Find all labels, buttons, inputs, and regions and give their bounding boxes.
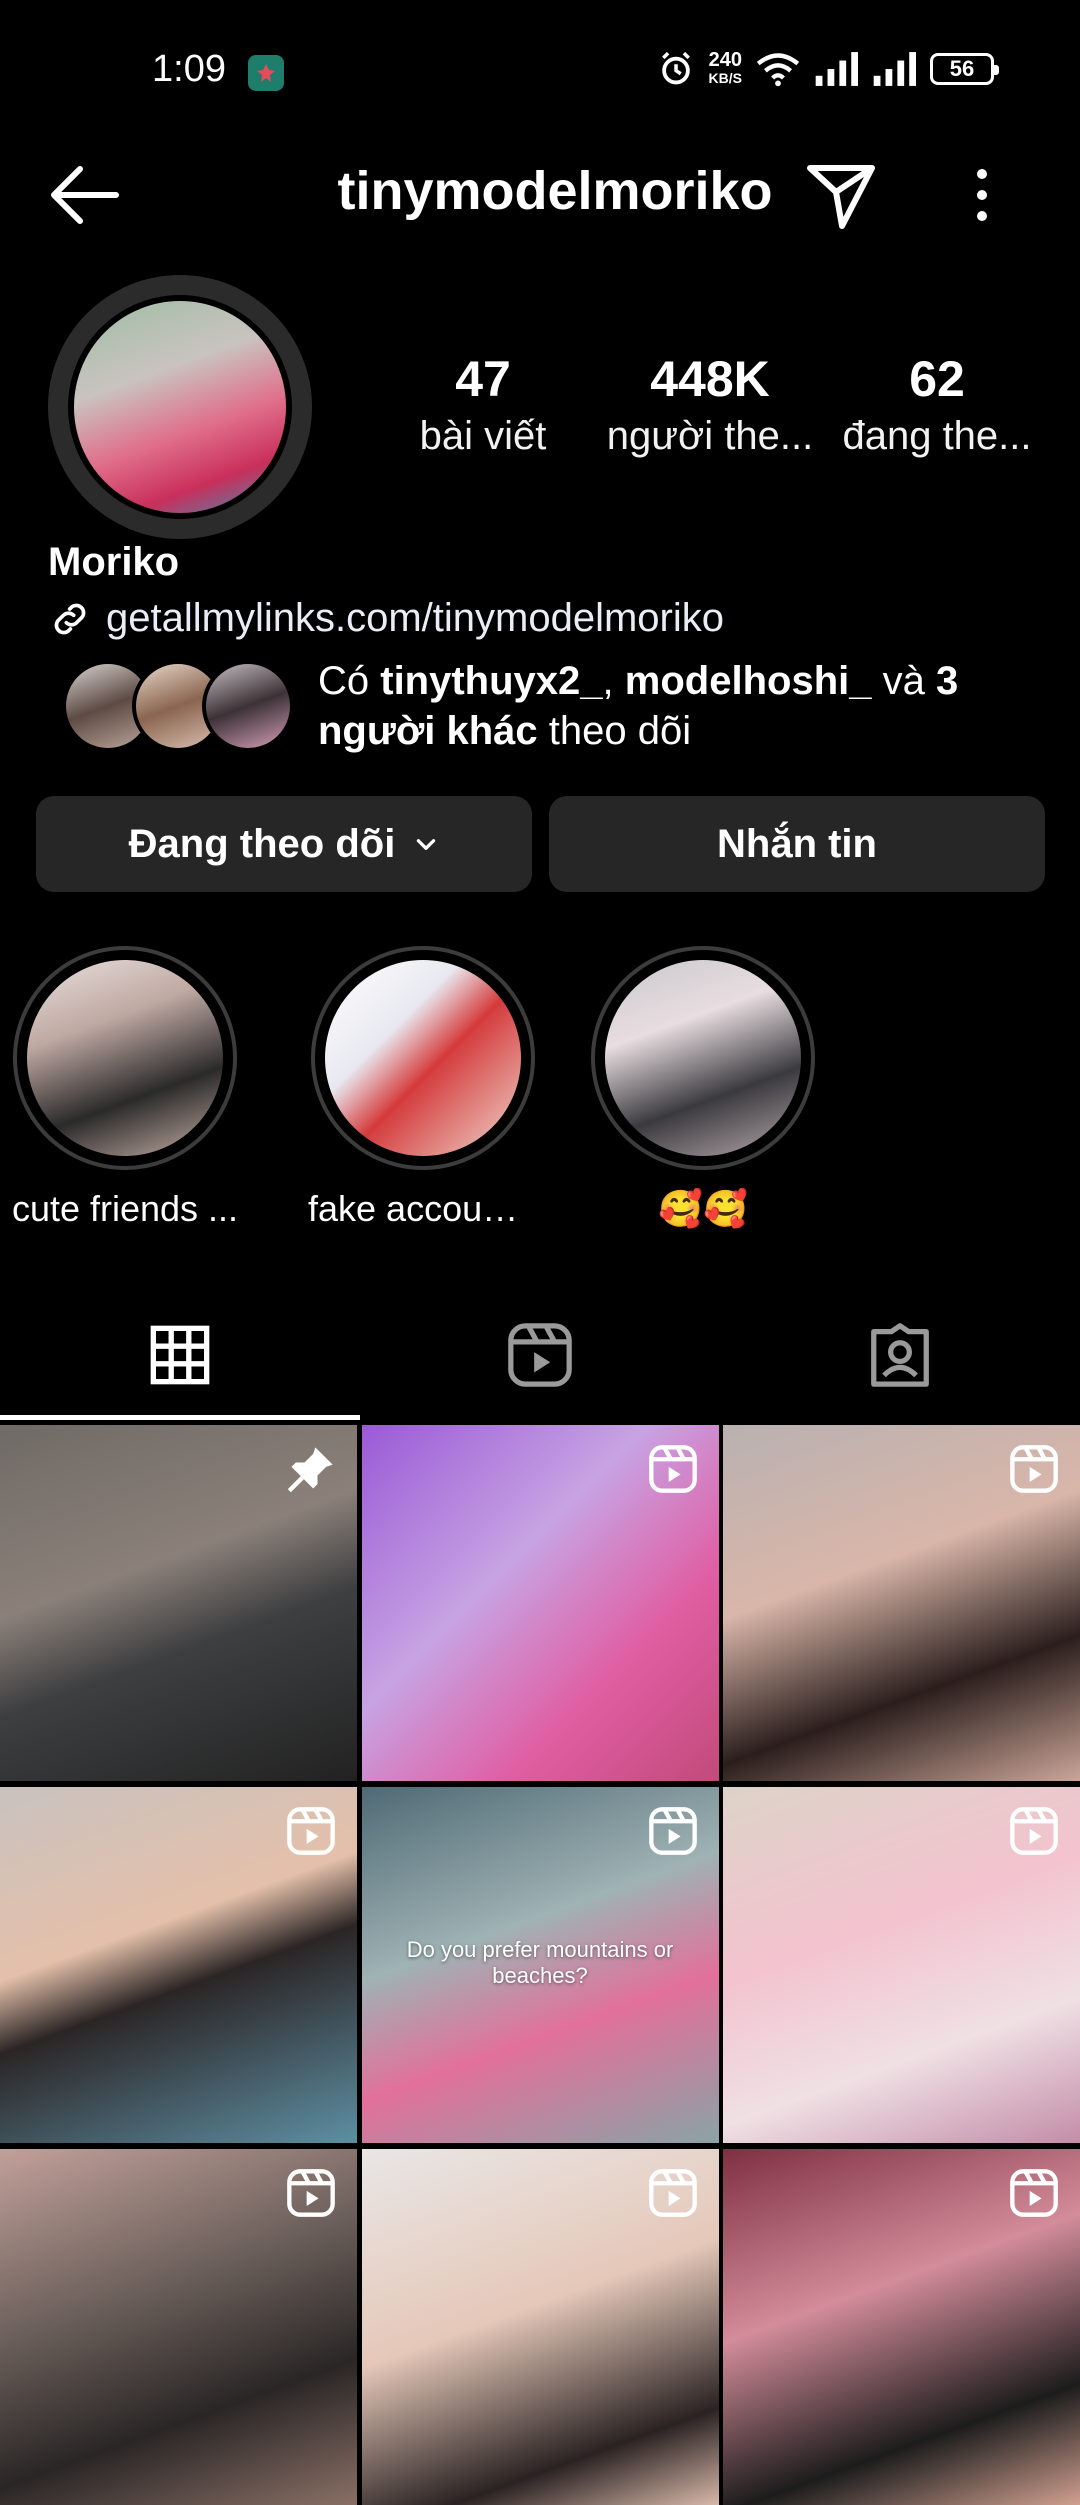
tab-tagged[interactable] [720,1290,1080,1420]
profile-stats: 47 bài viết 448K người the... 62 đang th… [370,350,1050,459]
story-highlight[interactable]: 🥰🥰 [588,946,818,1230]
reels-icon [508,1323,572,1387]
following-button[interactable]: Đang theo dõi [36,796,532,892]
profile-avatar[interactable] [48,275,312,539]
display-name: Moriko [48,540,180,584]
grid-post[interactable] [723,1425,1080,1781]
grid-post[interactable] [0,1787,357,2143]
alarm-icon [661,51,690,85]
post-caption-overlay: Do you prefer mountains or beaches? [406,1937,674,1988]
battery-icon: 56 [930,53,999,85]
notification-app-icon [248,55,284,91]
highlight-label: 🥰🥰 [658,1188,748,1229]
story-highlight[interactable]: cute friends ... [10,946,240,1230]
message-button-label: Nhắn tin [717,821,877,866]
wifi-icon [756,53,800,87]
reel-badge-icon [1010,1807,1058,1855]
reel-badge-icon [1010,2169,1058,2217]
tab-reels[interactable] [360,1290,720,1420]
network-speed: 240 KB/S [708,49,742,86]
grid-post[interactable] [0,1425,357,1781]
more-options-button[interactable] [952,160,1012,230]
mutual-avatars [62,660,294,752]
stat-posts[interactable]: 47 bài viết [370,350,596,459]
reel-badge-icon [648,1807,697,1855]
profile-username: tinymodelmoriko [337,161,773,221]
grid-post[interactable] [723,1787,1080,2143]
status-time: 1:09 [152,48,226,90]
chevron-down-icon [417,839,436,850]
following-button-label: Đang theo dõi [128,821,396,866]
share-button[interactable] [802,154,882,234]
posts-grid: Do you prefer mountains or beaches? [0,1425,1080,2505]
stat-value: 62 [909,351,965,407]
stat-value: 47 [455,351,511,407]
profile-tabs [0,1290,1080,1420]
grid-post[interactable]: Do you prefer mountains or beaches? [361,1787,719,2143]
highlight-label: fake accounts ... [308,1188,538,1229]
status-icons: 240 KB/S 56 [657,49,999,88]
stat-value: 448K [650,351,770,407]
avatar [202,660,294,752]
signal-icon [873,52,916,86]
grid-icon [150,1325,210,1385]
highlight-cover [325,960,521,1156]
mutual-followers-text: Có tinythuyx2_, modelhoshi_ và 3 người k… [318,659,959,753]
send-icon [807,165,875,229]
mutual-followers[interactable]: Có tinythuyx2_, modelhoshi_ và 3 người k… [62,659,1062,756]
signal-icon [815,52,858,86]
reel-badge-icon [1010,1445,1058,1493]
stat-label: đang the... [842,414,1032,458]
reel-badge-icon [648,2169,697,2217]
highlight-label: cute friends ... [11,1188,239,1229]
stat-label: người the... [606,414,814,458]
stat-label: bài viết [419,414,547,458]
reel-badge-icon [287,1807,335,1855]
message-button[interactable]: Nhắn tin [549,796,1045,892]
story-highlight[interactable]: fake accounts ... [308,946,538,1230]
reel-badge-icon [648,1445,697,1493]
reel-badge-icon [287,2169,335,2217]
highlight-cover [27,960,223,1156]
pin-icon [287,1447,333,1493]
tab-posts-grid[interactable] [0,1290,360,1420]
tagged-icon [871,1323,929,1387]
more-vertical-icon [977,169,987,221]
grid-post[interactable] [361,2149,719,2505]
highlight-cover [605,960,801,1156]
stat-followers[interactable]: 448K người the... [597,350,823,459]
grid-post[interactable] [723,2149,1080,2505]
stat-following[interactable]: 62 đang the... [824,350,1050,459]
grid-post[interactable] [0,2149,357,2505]
link-icon [54,603,86,634]
bio-link-text: getallmylinks.com/tinymodelmoriko [106,596,724,640]
bio-link[interactable]: getallmylinks.com/tinymodelmoriko [48,596,724,641]
grid-post[interactable] [361,1425,719,1781]
avatar-image [68,295,292,519]
